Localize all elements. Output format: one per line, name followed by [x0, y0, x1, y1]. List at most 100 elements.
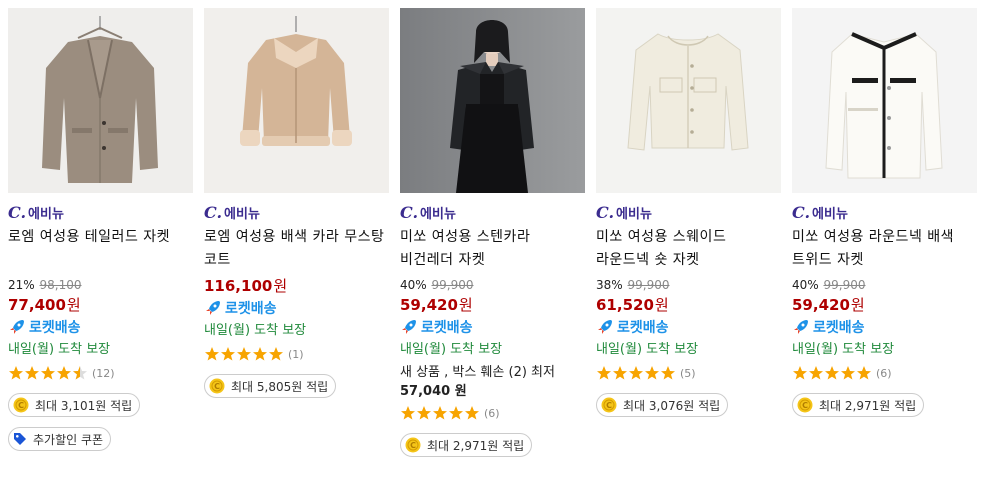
- price-value: 61,520: [596, 296, 654, 314]
- svg-text:C: C: [18, 401, 24, 410]
- arrival-guarantee: 내일(월) 도착 보장: [400, 342, 503, 357]
- rocket-delivery-badge: 로켓배송: [400, 317, 585, 337]
- review-count[interactable]: (6): [876, 367, 892, 380]
- discount-row: 40% 99,900: [792, 277, 977, 293]
- star-icon: [57, 366, 71, 380]
- mustang-coat-image: [204, 8, 389, 193]
- product-image[interactable]: [596, 8, 781, 193]
- product-title[interactable]: 미쏘 여성용 스텐카라 비건레더 자켓: [400, 226, 585, 272]
- rocket-icon: [402, 320, 416, 334]
- star-rating: [400, 405, 480, 421]
- product-title[interactable]: 미쏘 여성용 스웨이드 라운드넥 숏 자켓: [596, 226, 781, 272]
- leather-jacket-model-image: [400, 8, 585, 193]
- review-count[interactable]: (1): [288, 348, 304, 361]
- star-rating: [596, 365, 676, 381]
- arrival-guarantee: 내일(월) 도착 보장: [596, 342, 699, 357]
- star-icon: [401, 406, 415, 420]
- review-count[interactable]: (6): [484, 407, 500, 420]
- rocket-delivery-badge: 로켓배송: [204, 298, 389, 318]
- star-icon: [465, 406, 479, 420]
- product-image[interactable]: [8, 8, 193, 193]
- sale-price: 59,420원: [792, 295, 977, 315]
- price-currency: 원: [458, 296, 473, 314]
- reward-text: 최대 2,971원 적립: [819, 398, 917, 413]
- product-image[interactable]: [204, 8, 389, 193]
- brand-c-mark: C.: [596, 202, 615, 222]
- rocket-delivery-badge: 로켓배송: [596, 317, 781, 337]
- half-star-icon: [73, 366, 87, 380]
- star-icon: [613, 366, 627, 380]
- star-icon: [661, 366, 675, 380]
- product-title[interactable]: 미쏘 여성용 라운드넥 배색 트위드 자켓: [792, 226, 977, 272]
- star-rating: [8, 365, 88, 381]
- star-rating: [204, 346, 284, 362]
- brand-c-mark: C.: [204, 202, 223, 222]
- original-price: 98,100: [39, 278, 82, 292]
- suede-jacket-image: [596, 8, 781, 193]
- sale-price: 59,420원: [400, 295, 585, 315]
- brand-c-mark: C.: [792, 202, 811, 222]
- brand-name: 에비뉴: [616, 206, 652, 222]
- tag-icon: [14, 433, 26, 445]
- product-grid: C. 에비뉴 로엠 여성용 테일러드 자켓 21% 98,100 77,400원…: [0, 0, 988, 489]
- star-icon: [237, 347, 251, 361]
- arrival-guarantee: 내일(월) 도착 보장: [204, 323, 307, 338]
- product-card[interactable]: C. 에비뉴 미쏘 여성용 스텐카라 비건레더 자켓 40% 99,900 59…: [400, 8, 585, 457]
- reward-badge: C 최대 2,971원 적립: [400, 433, 533, 457]
- star-icon: [629, 366, 643, 380]
- coin-icon: C: [601, 397, 617, 413]
- product-image[interactable]: [792, 8, 977, 193]
- original-price: 99,900: [431, 278, 474, 292]
- star-icon: [449, 406, 463, 420]
- brand-name: 에비뉴: [28, 206, 64, 222]
- product-card[interactable]: C. 에비뉴 로엠 여성용 테일러드 자켓 21% 98,100 77,400원…: [8, 8, 193, 451]
- star-icon: [433, 406, 447, 420]
- brand-label: C. 에비뉴: [792, 202, 977, 222]
- discount-rate: 40%: [792, 278, 819, 292]
- star-rating: [792, 365, 872, 381]
- reward-badge: C 최대 2,971원 적립: [792, 393, 925, 417]
- reward-text: 최대 3,101원 적립: [35, 398, 133, 413]
- coupon-badge[interactable]: 추가할인 쿠폰: [8, 427, 112, 451]
- star-icon: [645, 366, 659, 380]
- rocket-label: 로켓배송: [225, 301, 277, 317]
- rocket-label: 로켓배송: [813, 320, 865, 336]
- sale-price: 61,520원: [596, 295, 781, 315]
- rating-row: (12): [8, 363, 193, 383]
- rocket-label: 로켓배송: [29, 320, 81, 336]
- brand-label: C. 에비뉴: [8, 202, 193, 222]
- coin-icon: C: [13, 397, 29, 413]
- star-icon: [221, 347, 235, 361]
- used-offer-info[interactable]: 새 상품 , 박스 훼손 (2) 최저 57,040 원: [400, 363, 585, 401]
- product-card[interactable]: C. 에비뉴 미쏘 여성용 스웨이드 라운드넥 숏 자켓 38% 99,900 …: [596, 8, 781, 417]
- star-icon: [809, 366, 823, 380]
- sale-price: 116,100원: [204, 276, 389, 296]
- rocket-label: 로켓배송: [421, 320, 473, 336]
- rating-row: (1): [204, 344, 389, 364]
- used-offer-price: 57,040 원: [400, 384, 467, 399]
- svg-text:C: C: [606, 401, 612, 410]
- product-card[interactable]: C. 에비뉴 미쏘 여성용 라운드넥 배색 트위드 자켓 40% 99,900 …: [792, 8, 977, 417]
- product-card[interactable]: C. 에비뉴 로엠 여성용 배색 카라 무스탕 코트 116,100원 로켓배송…: [204, 8, 389, 398]
- brand-name: 에비뉴: [420, 206, 456, 222]
- tweed-jacket-image: [792, 8, 977, 193]
- arrival-guarantee: 내일(월) 도착 보장: [8, 342, 111, 357]
- price-value: 116,100: [204, 277, 273, 295]
- star-icon: [597, 366, 611, 380]
- review-count[interactable]: (5): [680, 367, 696, 380]
- reward-badge: C 최대 3,076원 적립: [596, 393, 729, 417]
- star-icon: [857, 366, 871, 380]
- product-title[interactable]: 로엠 여성용 배색 카라 무스탕 코트: [204, 226, 389, 272]
- reward-text: 최대 3,076원 적립: [623, 398, 721, 413]
- review-count[interactable]: (12): [92, 367, 115, 380]
- brand-label: C. 에비뉴: [596, 202, 781, 222]
- reward-badge: C 최대 3,101원 적립: [8, 393, 141, 417]
- discount-rate: 21%: [8, 278, 35, 292]
- brand-label: C. 에비뉴: [204, 202, 389, 222]
- price-currency: 원: [66, 296, 81, 314]
- product-image[interactable]: [400, 8, 585, 193]
- star-icon: [793, 366, 807, 380]
- brand-name: 에비뉴: [812, 206, 848, 222]
- rocket-label: 로켓배송: [617, 320, 669, 336]
- product-title[interactable]: 로엠 여성용 테일러드 자켓: [8, 226, 193, 272]
